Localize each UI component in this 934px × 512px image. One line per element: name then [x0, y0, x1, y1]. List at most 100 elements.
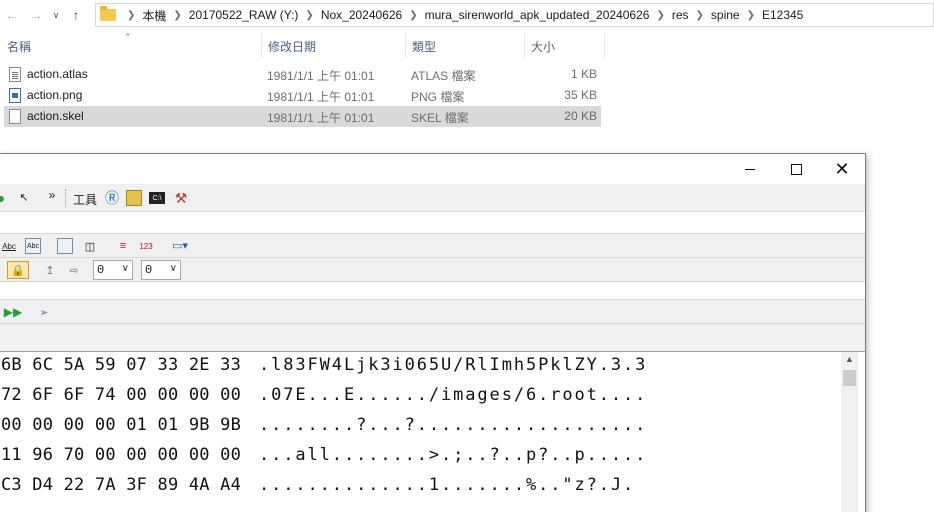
go-green-icon[interactable]: ● [0, 190, 9, 206]
vertical-scrollbar[interactable]: ▲ [841, 352, 858, 512]
internet-explorer-icon[interactable]: Ⓡ [104, 190, 120, 206]
text-file-icon [9, 67, 21, 82]
overflow-chevron-icon[interactable]: » [44, 187, 60, 203]
file-size: 1 KB [570, 67, 597, 81]
breadcrumb-item[interactable]: 本機 [142, 7, 166, 24]
hex-editor-window: ✕ ● ↖ » 工具 Ⓡ C:\ ⚒ Abc Abc ◫ ≡ 123 ▭▾ 🔒 … [0, 153, 866, 512]
hex-bytes[interactable]: 11 96 70 00 00 00 00 00 [1, 445, 241, 465]
blank-file-icon [9, 109, 21, 124]
chevron-right-icon[interactable]: ❯ [127, 10, 135, 21]
run-forward-icon[interactable]: ▶▶ [4, 304, 22, 320]
chevron-right-icon[interactable]: ❯ [305, 10, 313, 21]
hex-row[interactable]: 72 6F 6F 74 00 00 00 00 .07E...E....../i… [0, 382, 839, 412]
file-type: SKEL 檔案 [411, 111, 469, 125]
column-header-divider[interactable] [524, 34, 525, 58]
ascii-text[interactable]: .l83FW4Ljk3i065U/RlImh5PklZY.3.3 [259, 355, 647, 375]
offset-select[interactable]: 0 ∨ [93, 260, 133, 280]
file-row-action-png[interactable]: action.png 1981/1/1 上午 01:01 PNG 檔案 35 K… [4, 85, 601, 106]
column-divider[interactable] [261, 34, 262, 58]
hex-bytes[interactable]: 72 6F 6F 74 00 00 00 00 [1, 385, 241, 405]
recent-locations-chevron-icon[interactable]: ∨ [48, 0, 64, 30]
hex-row[interactable]: 00 00 00 00 01 01 9B 9B ........?...?...… [0, 412, 839, 442]
file-row-action-skel[interactable]: action.skel 1981/1/1 上午 01:01 SKEL 檔案 20… [4, 106, 601, 127]
back-arrow-icon[interactable]: ← [0, 0, 24, 30]
chevron-right-icon[interactable]: ❯ [747, 10, 755, 21]
file-type: ATLAS 檔案 [411, 69, 476, 83]
folder-icon [100, 6, 116, 21]
file-size: 35 KB [564, 88, 597, 102]
close-button[interactable]: ✕ [819, 154, 865, 184]
forward-arrow-icon[interactable]: → [24, 0, 48, 30]
breadcrumb-item[interactable]: res [672, 8, 689, 22]
tools-menu-label[interactable]: 工具 [73, 191, 97, 208]
size-select[interactable]: 0 ∨ [141, 260, 181, 280]
column-header-date[interactable]: 修改日期 [268, 38, 316, 55]
hammer-icon[interactable]: ⚒ [173, 190, 189, 206]
chevron-right-icon[interactable]: ❯ [656, 10, 664, 21]
ascii-text[interactable]: .07E...E....../images/6.root.... [259, 385, 647, 405]
address-strip [0, 212, 865, 234]
hex-bytes[interactable]: C3 D4 22 7A 3F 89 4A A4 [1, 475, 241, 495]
scrollbar-thumb[interactable] [843, 370, 856, 386]
maximize-button[interactable] [773, 154, 819, 184]
chevron-right-icon[interactable]: ❯ [696, 10, 704, 21]
pointer-select-icon[interactable]: ↖ [16, 189, 32, 205]
breadcrumb-item[interactable]: mura_sirenworld_apk_updated_20240626 [425, 8, 650, 22]
file-name: action.atlas [27, 67, 88, 81]
number-format-icon[interactable]: 123 [138, 238, 154, 254]
hex-view[interactable]: 6B 6C 5A 59 07 33 2E 33 .l83FW4Ljk3i065U… [0, 351, 865, 512]
sort-ascending-icon: ⌃ [124, 32, 132, 42]
scroll-up-icon[interactable]: ▲ [841, 354, 858, 364]
chevron-down-icon: ∨ [169, 264, 177, 275]
title-bar[interactable]: ✕ [0, 154, 865, 184]
main-toolbar: ● ↖ » 工具 Ⓡ C:\ ⚒ [0, 184, 865, 212]
display-options-dropdown-icon[interactable]: ▭▾ [169, 237, 191, 253]
file-date: 1981/1/1 上午 01:01 [267, 90, 375, 104]
file-row-action-atlas[interactable]: action.atlas 1981/1/1 上午 01:01 ATLAS 檔案 … [4, 64, 601, 85]
minimize-button[interactable] [727, 154, 773, 184]
file-size: 20 KB [564, 109, 597, 123]
pin-icon[interactable]: ➢ [36, 304, 52, 320]
address-bar[interactable]: ❯ 本機 ❯ 20170522_RAW (Y:) ❯ Nox_20240626 … [95, 3, 934, 27]
up-arrow-icon[interactable]: ↑ [64, 0, 88, 30]
hex-bytes[interactable]: 6B 6C 5A 59 07 33 2E 33 [1, 355, 241, 375]
file-date: 1981/1/1 上午 01:01 [267, 69, 375, 83]
overwrite-mode-icon[interactable]: ⇨ [66, 262, 82, 278]
columns-view-icon[interactable] [57, 238, 73, 254]
numbered-list-icon[interactable]: ≡ [115, 238, 131, 254]
split-view-icon[interactable]: ◫ [82, 238, 98, 254]
column-divider[interactable] [604, 34, 605, 58]
open-file-icon[interactable] [126, 190, 142, 206]
hex-bytes[interactable]: 00 00 00 00 01 01 9B 9B [1, 415, 241, 435]
chevron-down-icon: ∨ [121, 264, 129, 275]
column-header-type[interactable]: 類型 [412, 38, 436, 55]
column-header-name[interactable]: 名稱 [7, 38, 31, 55]
breadcrumb-item[interactable]: E12345 [762, 8, 803, 22]
hex-row[interactable]: 6B 6C 5A 59 07 33 2E 33 .l83FW4Ljk3i065U… [0, 352, 839, 382]
format-toolbar: Abc Abc ◫ ≡ 123 ▭▾ [0, 234, 865, 258]
breadcrumb-item[interactable]: spine [711, 8, 740, 22]
breadcrumb-item[interactable]: 20170522_RAW (Y:) [189, 8, 299, 22]
lock-icon[interactable]: 🔒 [7, 261, 29, 279]
search-strip [0, 282, 865, 300]
column-header-size[interactable]: 大小 [531, 38, 555, 55]
breadcrumb-item[interactable]: Nox_20240626 [321, 8, 402, 22]
file-type: PNG 檔案 [411, 90, 465, 104]
toolbar-grip[interactable] [65, 189, 67, 207]
insert-mode-icon[interactable]: ↥ [42, 262, 58, 278]
hex-row[interactable]: 11 96 70 00 00 00 00 00 ...all........>.… [0, 442, 839, 472]
edit-toolbar: 🔒 ↥ ⇨ 0 ∨ 0 ∨ [0, 258, 865, 282]
file-name: action.png [27, 88, 83, 102]
ascii-text[interactable]: ...all........>.;..?..p?..p..... [259, 445, 647, 465]
run-toolbar: ▶▶ ➢ [0, 300, 865, 324]
chevron-right-icon[interactable]: ❯ [409, 10, 417, 21]
text-view-icon[interactable]: Abc [25, 238, 41, 254]
spell-check-icon[interactable]: Abc [1, 238, 17, 254]
ascii-text[interactable]: ........?...?................... [259, 415, 647, 435]
hex-row[interactable]: C3 D4 22 7A 3F 89 4A A4 ..............1.… [0, 472, 839, 502]
ascii-text[interactable]: ..............1.......%.."z?.J. [259, 475, 635, 495]
chevron-right-icon[interactable]: ❯ [173, 10, 181, 21]
console-icon[interactable]: C:\ [149, 192, 165, 204]
file-list-header: ⌃ 名稱 修改日期 類型 大小 [0, 32, 620, 60]
column-divider[interactable] [405, 34, 406, 58]
